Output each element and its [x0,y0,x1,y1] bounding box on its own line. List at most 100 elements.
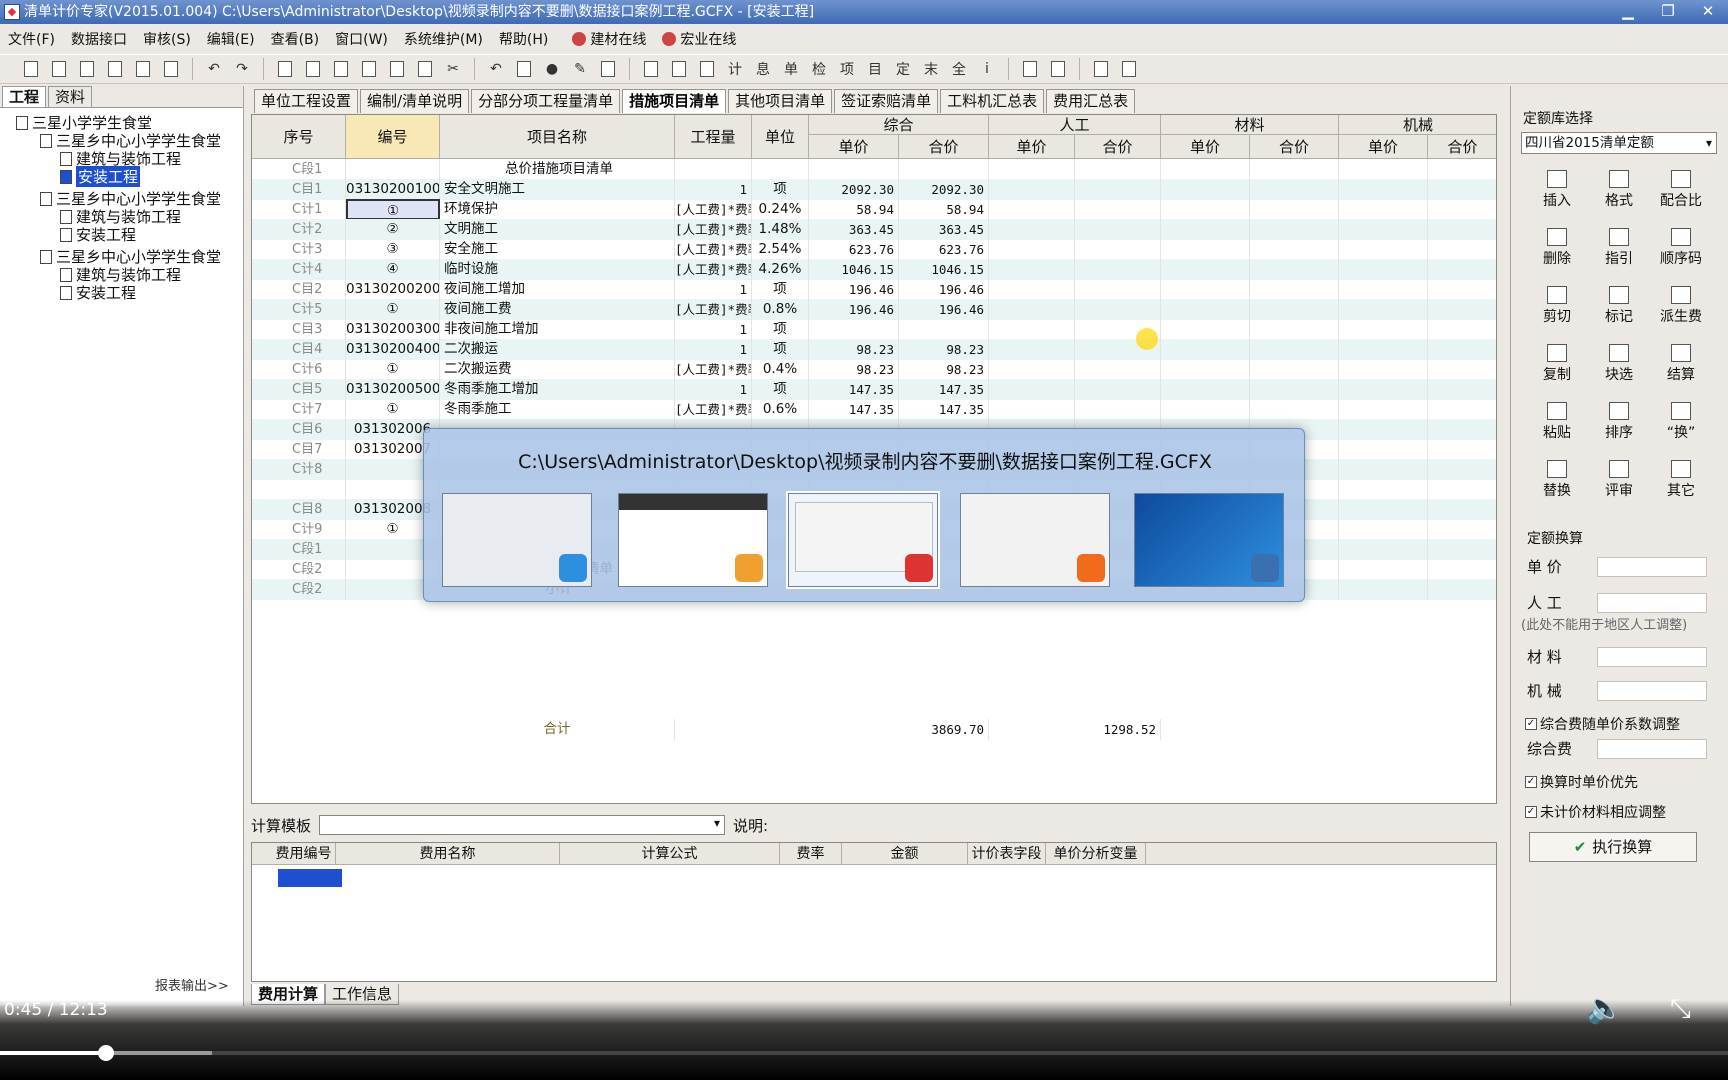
cell-unit[interactable]: 项 [752,179,809,200]
print-icon[interactable] [1118,58,1140,80]
tree-node[interactable]: 安装工程 [60,282,136,303]
book-icon[interactable] [1090,58,1112,80]
cell-unit[interactable]: 0.4% [752,359,809,380]
cell-unit[interactable]: 0.6% [752,399,809,420]
table-icon[interactable] [1019,58,1041,80]
cell-unit[interactable] [752,159,809,180]
cell-code[interactable]: 031302002001 [346,279,440,300]
cell-code[interactable]: 031302005001 [346,379,440,400]
cell-name[interactable]: 夜间施工费 [440,299,675,320]
calc-icon[interactable] [274,58,296,80]
review-button[interactable]: 评审 [1589,460,1649,500]
cell-seq[interactable]: C段1 [252,159,346,180]
col-machine-total[interactable]: 合价 [1428,135,1496,159]
cell-seq[interactable]: C计3 [252,239,346,260]
folder-icon[interactable] [76,58,98,80]
copy-icon[interactable] [386,58,408,80]
col-labor-uprice[interactable]: 单价 [989,135,1075,159]
check-char-icon[interactable]: 检 [808,58,830,80]
calc-char-icon[interactable]: 计 [724,58,746,80]
col-machine-uprice[interactable]: 单价 [1339,135,1428,159]
undo2-icon[interactable]: ↶ [485,58,507,80]
tab-materials-summary[interactable]: 工料机汇总表 [940,89,1045,113]
cell-seq[interactable]: C目1 [252,179,346,200]
table-row[interactable]: C目4 031302004001 二次搬运 1 项 98.23 98.23 [252,339,1496,360]
fix-char-icon[interactable]: 定 [892,58,914,80]
cell-up[interactable]: 98.23 [809,359,899,380]
fee-col-variable[interactable]: 单价分析变量 [1046,843,1146,865]
menu-review[interactable]: 审核(S) [135,29,199,49]
cell-qty[interactable] [675,159,752,180]
save-icon[interactable] [104,58,126,80]
draw-icon[interactable]: ✎ [569,58,591,80]
sort-button[interactable]: 排序 [1589,402,1649,442]
tab-unit-settings[interactable]: 单位工程设置 [254,89,359,113]
quota-library-select[interactable]: 四川省2015清单定额 [1521,132,1717,154]
labor-input[interactable] [1597,592,1707,613]
table-row[interactable]: C计5 ① 夜间施工费 [人工费]*费率 0.8% 196.46 196.46 [252,299,1496,320]
derived-fee-button[interactable]: 派生费 [1651,286,1711,326]
table-row[interactable]: C计1 ① 环境保护 [人工费]*费率 0.24% 58.94 58.94 [252,199,1496,220]
menu-view[interactable]: 查看(B) [263,29,328,49]
switcher-thumb-desktop[interactable] [1134,493,1284,587]
cell-seq[interactable]: C目5 [252,379,346,400]
cell-seq[interactable]: C计6 [252,359,346,380]
undo-icon[interactable]: ↶ [203,58,225,80]
redo-icon[interactable]: ↷ [231,58,253,80]
cell-seq[interactable]: C计8 [252,459,346,480]
cell-qty[interactable]: 1 [675,379,752,400]
mix-ratio-button[interactable]: 配合比 [1651,170,1711,210]
menu-file[interactable]: 文件(F) [0,29,63,49]
open-icon[interactable] [48,58,70,80]
cell-up[interactable]: 1046.15 [809,259,899,280]
cell-seq[interactable]: C目2 [252,279,346,300]
cut-icon[interactable]: ✂ [442,58,464,80]
tab-bill-notes[interactable]: 编制/清单说明 [360,89,470,113]
cell-seq[interactable]: C目4 [252,339,346,360]
price-priority-checkbox[interactable]: ✓ 换算时单价优先 [1525,772,1638,792]
target-char-icon[interactable]: 目 [864,58,886,80]
cell-code[interactable]: ④ [346,259,440,280]
guide-button[interactable]: 指引 [1589,228,1649,268]
cell-qty[interactable]: 1 [675,319,752,340]
cell-code[interactable]: 031302001001 [346,179,440,200]
cell-unit[interactable]: 项 [752,319,809,340]
cell-tot[interactable]: 1046.15 [899,259,989,280]
item-char-icon[interactable]: 项 [836,58,858,80]
new-icon[interactable] [20,58,42,80]
paste-icon[interactable] [414,58,436,80]
cell-tot[interactable]: 2092.30 [899,179,989,200]
cell-seq[interactable]: C计5 [252,299,346,320]
cell-tot[interactable]: 147.35 [899,399,989,420]
cell-unit[interactable]: 4.26% [752,259,809,280]
tree-node-selected[interactable]: 安装工程 [60,166,141,187]
comp-fee-checkbox[interactable]: ✓ 综合费随单价系数调整 [1525,714,1680,734]
table-row[interactable]: C目5 031302005001 冬雨季施工增加 1 项 147.35 147.35 [252,379,1496,400]
mark-button[interactable]: 标记 [1589,286,1649,326]
cell-unit[interactable]: 0.8% [752,299,809,320]
lock-icon[interactable]: ● [541,58,563,80]
fee-col-amount[interactable]: 金额 [842,843,968,865]
cell-tot[interactable]: 98.23 [899,339,989,360]
cell-tot[interactable]: 98.23 [899,359,989,380]
cell-seq[interactable]: C段2 [252,559,346,580]
tree-node[interactable]: 安装工程 [60,224,136,245]
menu-help[interactable]: 帮助(H) [491,29,556,49]
cut-button[interactable]: 剪切 [1527,286,1587,326]
close-button[interactable]: ✕ [1688,0,1728,24]
delete-button[interactable]: 删除 [1527,228,1587,268]
fee-col-formula[interactable]: 计算公式 [560,843,780,865]
cell-code[interactable] [346,159,440,180]
report-output-button[interactable]: 报表输出>> [155,975,229,994]
cell-name[interactable]: 二次搬运费 [440,359,675,380]
cell-up[interactable] [809,159,899,180]
switcher-thumb-app[interactable] [786,491,940,589]
comp-fee-input[interactable] [1597,738,1707,759]
cell-up[interactable]: 58.94 [809,199,899,220]
cell-up[interactable]: 147.35 [809,379,899,400]
fee-col-name[interactable]: 费用名称 [336,843,560,865]
cell-unit[interactable]: 项 [752,379,809,400]
cell-code[interactable]: ③ [346,239,440,260]
table-row[interactable]: C目3 031302003001 非夜间施工增加 1 项 [252,319,1496,340]
menu-system[interactable]: 系统维护(M) [396,29,491,49]
